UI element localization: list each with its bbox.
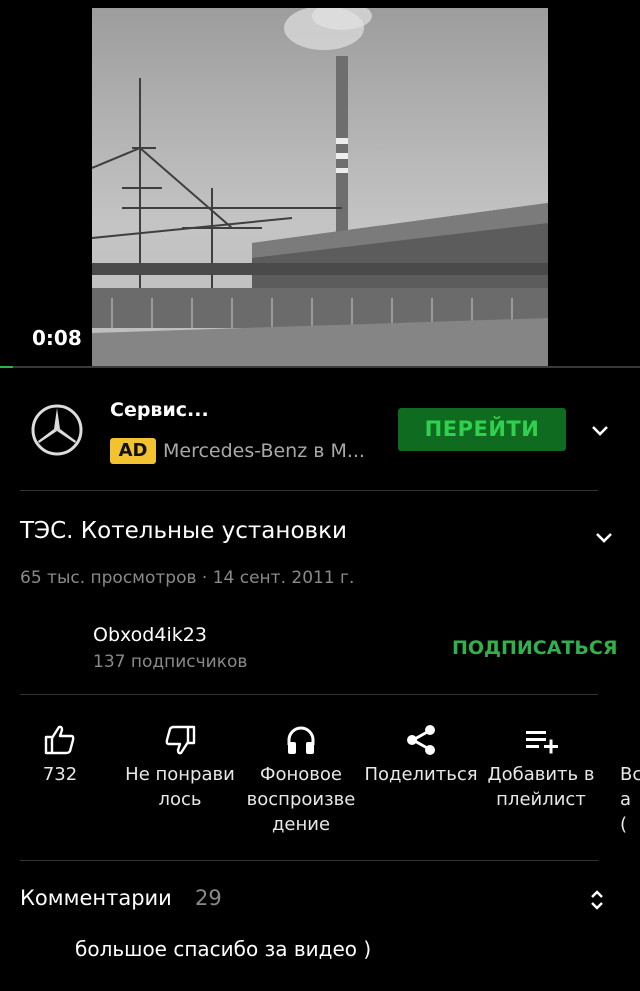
ad-badge: AD [110,438,156,464]
thumbs-up-icon [20,718,100,762]
headphones-icon [240,718,362,762]
share-label: Поделиться [364,764,478,785]
ad-sponsor[interactable]: Mercedes-Benz в М... [163,440,365,462]
video-title[interactable]: ТЭС. Котельные установки [20,518,347,544]
divider [20,694,598,695]
progress-bar-fill [0,366,13,368]
comment-preview[interactable]: большое спасибо за видео ) [75,937,371,961]
comments-count: 29 [195,886,222,910]
dislike-button[interactable]: Не понрави лось [116,718,244,812]
more-action-label: Вс а ( [620,764,640,835]
like-button[interactable]: 732 [20,718,100,787]
channel-name[interactable]: Obxod4ik23 [93,624,207,646]
comments-label[interactable]: Комментарии [20,886,172,910]
partial-action-icon [620,718,640,762]
chevron-down-icon[interactable] [590,420,610,440]
share-icon [360,718,482,762]
video-frame[interactable] [92,8,548,368]
dislike-label: Не понрави лось [125,764,235,810]
playlist-add-icon [480,718,602,762]
progress-bar[interactable] [0,366,640,368]
add-to-playlist-label: Добавить в плейлист [487,764,595,810]
add-to-playlist-button[interactable]: Добавить в плейлист [480,718,602,812]
expand-collapse-icon[interactable] [587,888,607,912]
background-play-button[interactable]: Фоновое воспроизве дение [240,718,362,837]
share-button[interactable]: Поделиться [360,718,482,787]
subscribe-button[interactable]: ПОДПИСАТЬСЯ [452,637,617,659]
divider [20,490,598,491]
background-play-label: Фоновое воспроизве дение [246,764,356,835]
video-player[interactable]: 0:08 [0,0,640,368]
ad-go-button[interactable]: ПЕРЕЙТИ [398,408,566,451]
video-meta: 65 тыс. просмотров · 14 сент. 2011 г. [20,568,355,588]
mercedes-star-icon[interactable] [30,403,84,457]
video-time: 0:08 [32,326,82,350]
expand-description-icon[interactable] [594,527,614,547]
thumbs-down-icon [116,718,244,762]
channel-subscribers: 137 подписчиков [93,652,248,672]
like-count: 732 [42,764,78,785]
more-action-button[interactable]: Вс а ( [620,718,640,837]
video-thumbnail-image [92,8,548,368]
ad-title[interactable]: Сервис... [110,399,209,421]
divider [20,860,598,861]
